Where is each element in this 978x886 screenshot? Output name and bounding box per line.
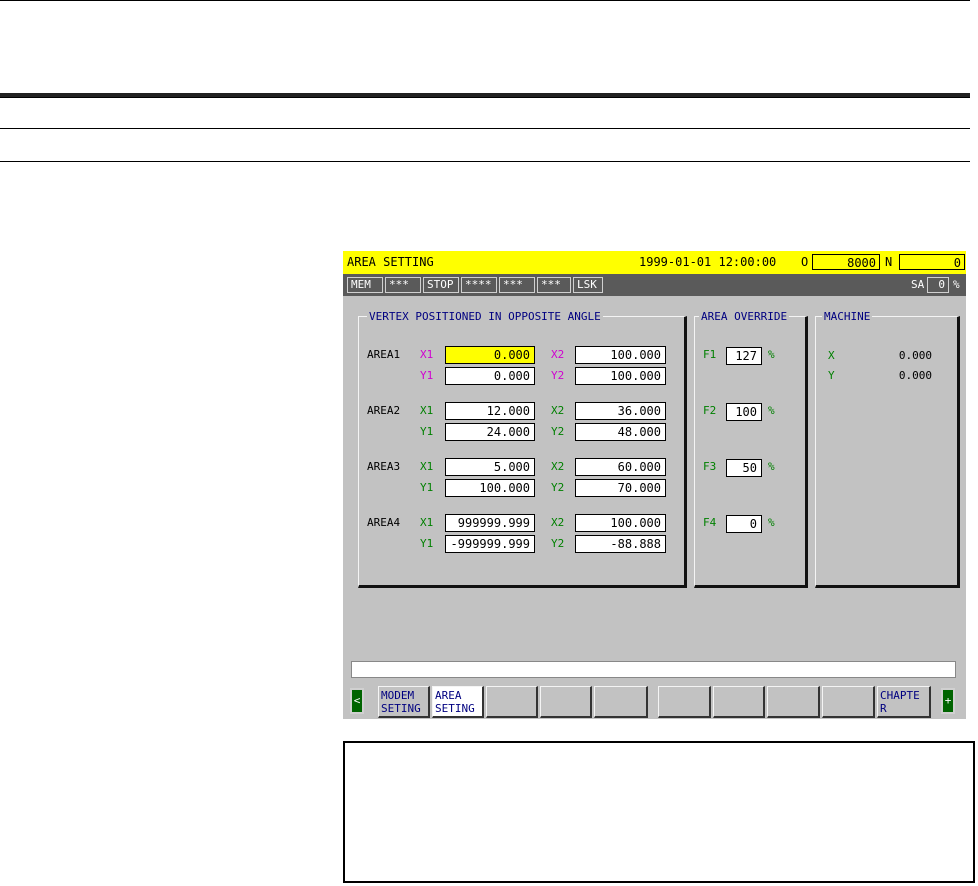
machine-x-label: X <box>828 349 835 362</box>
softkey-6[interactable] <box>658 686 711 718</box>
message-bar <box>351 661 956 678</box>
datetime: 1999-01-01 12:00:00 <box>639 255 777 269</box>
sa-label: SA <box>911 278 925 291</box>
softkey-4[interactable] <box>540 686 592 718</box>
area2-y2-input[interactable]: 48.000 <box>575 423 666 441</box>
area3-x1-label: X1 <box>420 460 434 473</box>
softkey-9[interactable] <box>822 686 875 718</box>
machine-panel: MACHINE X 0.000 Y 0.000 <box>815 310 960 588</box>
area2-y1-label: Y1 <box>420 425 434 438</box>
status-item-2: *** <box>385 277 421 293</box>
program-o-value: 8000 <box>812 254 880 270</box>
area1-x1-label: X1 <box>420 348 434 361</box>
sequence-n-value: 0 <box>899 254 965 270</box>
override-f2-label: F2 <box>703 404 717 417</box>
area1-x2-label: X2 <box>551 348 565 361</box>
override-f1-input[interactable]: 127 <box>726 347 762 365</box>
area2-y2-label: Y2 <box>551 425 565 438</box>
override-f3-unit: % <box>768 460 775 473</box>
area1-y2-label: Y2 <box>551 369 565 382</box>
status-item-6: *** <box>537 277 571 293</box>
vertex-panel-title: VERTEX POSITIONED IN OPPOSITE ANGLE <box>367 310 603 323</box>
override-f4-label: F4 <box>703 516 717 529</box>
softkey-next-arrow[interactable]: + <box>941 688 955 714</box>
area2-x1-label: X1 <box>420 404 434 417</box>
area1-y1-label: Y1 <box>420 369 434 382</box>
area4-x2-input[interactable]: 100.000 <box>575 514 666 532</box>
override-f1-label: F1 <box>703 348 717 361</box>
area1-x1-input[interactable]: 0.000 <box>445 346 535 364</box>
sa-value: 0 <box>927 277 949 293</box>
softkey-chapter[interactable]: CHAPTE R <box>877 686 931 718</box>
softkey-3[interactable] <box>486 686 538 718</box>
area4-y2-label: Y2 <box>551 537 565 550</box>
section-rule-3 <box>0 161 970 162</box>
area3-y2-input[interactable]: 70.000 <box>575 479 666 497</box>
override-panel: AREA OVERRIDE F1 127 % F2 100 % F3 50 % … <box>694 310 808 588</box>
note-box <box>343 741 975 883</box>
override-f2-input[interactable]: 100 <box>726 403 762 421</box>
override-f4-input[interactable]: 0 <box>726 515 762 533</box>
status-bar: MEM *** STOP **** *** *** LSK SA 0 % <box>343 274 966 296</box>
screen-title: AREA SETTING <box>347 255 434 269</box>
area2-x2-input[interactable]: 36.000 <box>575 402 666 420</box>
sequence-n-label: N <box>885 255 893 269</box>
area2-label: AREA2 <box>367 404 401 417</box>
area2-x2-label: X2 <box>551 404 565 417</box>
area1-y2-input[interactable]: 100.000 <box>575 367 666 385</box>
cnc-screen: AREA SETTING 1999-01-01 12:00:00 O 8000 … <box>343 251 966 719</box>
area1-label: AREA1 <box>367 348 401 361</box>
softkey-bar: < MODEM SETING AREA SETING CHAPTE R + <box>343 684 966 719</box>
vertex-panel: VERTEX POSITIONED IN OPPOSITE ANGLE AREA… <box>358 310 687 588</box>
area1-x2-input[interactable]: 100.000 <box>575 346 666 364</box>
area4-y1-label: Y1 <box>420 537 434 550</box>
machine-x-value: 0.000 <box>898 349 932 362</box>
override-panel-title: AREA OVERRIDE <box>699 310 790 323</box>
area2-x1-input[interactable]: 12.000 <box>445 402 535 420</box>
area1-y1-input[interactable]: 0.000 <box>445 367 535 385</box>
area4-x1-input[interactable]: 999999.999 <box>445 514 535 532</box>
sa-unit: % <box>953 278 960 291</box>
area3-x2-label: X2 <box>551 460 565 473</box>
program-o-label: O <box>801 255 809 269</box>
status-state: STOP <box>423 277 459 293</box>
softkey-modem-seting[interactable]: MODEM SETING <box>378 686 430 718</box>
status-item-5: *** <box>499 277 535 293</box>
override-f3-input[interactable]: 50 <box>726 459 762 477</box>
machine-y-value: 0.000 <box>898 369 932 382</box>
top-rule <box>0 0 970 1</box>
area3-y2-label: Y2 <box>551 481 565 494</box>
area4-x2-label: X2 <box>551 516 565 529</box>
area3-y1-label: Y1 <box>420 481 434 494</box>
section-double-rule <box>0 93 970 98</box>
softkey-prev-arrow[interactable]: < <box>350 688 364 714</box>
area3-label: AREA3 <box>367 460 401 473</box>
area3-x1-input[interactable]: 5.000 <box>445 458 535 476</box>
softkey-5[interactable] <box>594 686 648 718</box>
status-mode: MEM <box>347 277 383 293</box>
status-item-4: **** <box>461 277 497 293</box>
machine-y-label: Y <box>828 369 835 382</box>
machine-panel-title: MACHINE <box>822 310 873 323</box>
override-f1-unit: % <box>768 348 775 361</box>
area3-y1-input[interactable]: 100.000 <box>445 479 535 497</box>
area4-x1-label: X1 <box>420 516 434 529</box>
softkey-8[interactable] <box>767 686 820 718</box>
area4-y2-input[interactable]: -88.888 <box>575 535 666 553</box>
section-rule-2 <box>0 128 970 129</box>
area4-y1-input[interactable]: -999999.999 <box>445 535 535 553</box>
title-bar: AREA SETTING 1999-01-01 12:00:00 O 8000 … <box>343 251 966 274</box>
status-lsk: LSK <box>573 277 603 293</box>
area2-y1-input[interactable]: 24.000 <box>445 423 535 441</box>
override-f4-unit: % <box>768 516 775 529</box>
override-f3-label: F3 <box>703 460 717 473</box>
override-f2-unit: % <box>768 404 775 417</box>
area3-x2-input[interactable]: 60.000 <box>575 458 666 476</box>
area4-label: AREA4 <box>367 516 401 529</box>
softkey-7[interactable] <box>713 686 765 718</box>
softkey-area-seting[interactable]: AREA SETING <box>432 686 484 718</box>
